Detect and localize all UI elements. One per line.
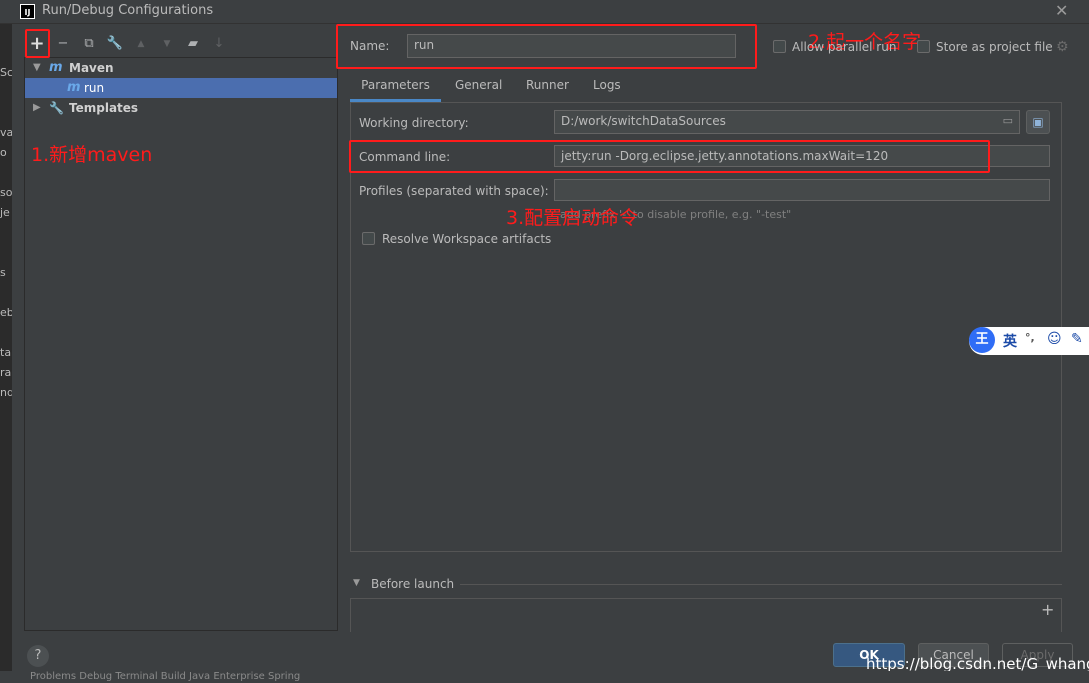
strip-text: s [0,266,6,279]
tree-item-label: Templates [69,101,139,115]
profiles-label: Profiles (separated with space): [359,184,549,198]
strip-text: ra [0,366,12,379]
allow-parallel-label: Allow parallel run [792,40,897,54]
working-directory-value: D:/work/switchDataSources [561,114,726,128]
sort-icon[interactable]: ↓ [209,34,229,54]
chevron-down-icon[interactable]: ▼ [33,58,41,78]
name-input[interactable]: run [407,34,736,58]
remove-configuration-button[interactable]: − [53,34,73,54]
tree-item-templates[interactable]: ▶ 🔧 Templates [25,98,337,118]
editor-strip: Sc va o so je s eb ta ra nd DC [0,24,12,683]
tab-runner[interactable]: Runner [526,76,569,102]
chevron-right-icon[interactable]: ▶ [33,98,41,118]
tree-item-run[interactable]: m run [25,78,337,98]
ime-punctuation-icon[interactable]: °, [1025,331,1035,344]
copy-configuration-button[interactable]: ⧉ [79,34,99,54]
maven-icon: m [49,60,63,75]
strip-text: so [0,186,12,199]
strip-text: ta [0,346,12,359]
tab-parameters[interactable]: Parameters [350,76,441,102]
annotation-step1: 1.新增maven [31,144,153,166]
gear-icon[interactable]: ⚙ [1056,39,1069,55]
folder-icon[interactable]: ▭ [1003,114,1013,127]
strip-text: Sc [0,66,12,79]
allow-parallel-checkbox[interactable] [773,40,786,53]
tool-window-strip: Problems Debug Terminal Build Java Enter… [0,671,1089,683]
tab-logs[interactable]: Logs [593,76,621,102]
chevron-down-icon[interactable]: ▼ [353,578,360,588]
before-launch-divider [460,584,1062,585]
browse-button[interactable]: ▣ [1026,110,1050,134]
before-launch-label[interactable]: Before launch [371,577,454,591]
move-down-button[interactable]: ▼ [157,34,177,54]
window-title: Run/Debug Configurations [42,3,214,18]
strip-text: je [0,206,10,219]
move-up-button[interactable]: ▲ [131,34,151,54]
working-directory-field[interactable]: D:/work/switchDataSources ▭ [554,110,1020,134]
before-launch-panel [350,598,1062,632]
tree-item-maven[interactable]: ▼ m Maven [25,58,337,78]
add-task-button[interactable]: + [1041,600,1054,619]
help-button[interactable]: ? [27,645,49,667]
pen-icon[interactable]: ✎ [1071,331,1083,347]
store-project-checkbox[interactable] [917,40,930,53]
intellij-logo-icon: IJ [20,4,35,19]
resolve-workspace-label: Resolve Workspace artifacts [382,232,552,246]
strip-text: eb [0,306,12,319]
tree-item-label: run [84,81,105,95]
maven-icon: m [67,80,81,95]
annotation-box-add [25,29,50,58]
ime-logo-icon[interactable]: 王 [969,327,995,353]
folder-icon[interactable]: ▰ [183,34,203,54]
name-label: Name: [350,39,390,53]
annotation-box-command [349,140,990,173]
wrench-icon: 🔧 [49,101,64,115]
strip-text: va [0,126,12,139]
close-icon[interactable]: ✕ [1055,1,1068,20]
strip-text: o [0,146,7,159]
tree-item-label: Maven [69,61,114,75]
store-project-label: Store as project file [936,40,1053,54]
ime-language[interactable]: 英 [1003,331,1017,351]
working-directory-label: Working directory: [359,116,469,130]
strip-text: nd [0,386,12,399]
annotation-step3: 3.配置启动命令 [506,207,639,229]
resolve-workspace-checkbox[interactable] [362,232,375,245]
emoji-icon[interactable]: ☺ [1047,331,1062,347]
title-bar: IJ Run/Debug Configurations ✕ [0,0,1089,24]
wrench-icon[interactable]: 🔧 [105,34,125,54]
tab-general[interactable]: General [455,76,502,102]
ime-toolbar: 王 英 °, ☺ ✎ [969,327,1089,355]
profiles-input[interactable] [554,179,1050,201]
